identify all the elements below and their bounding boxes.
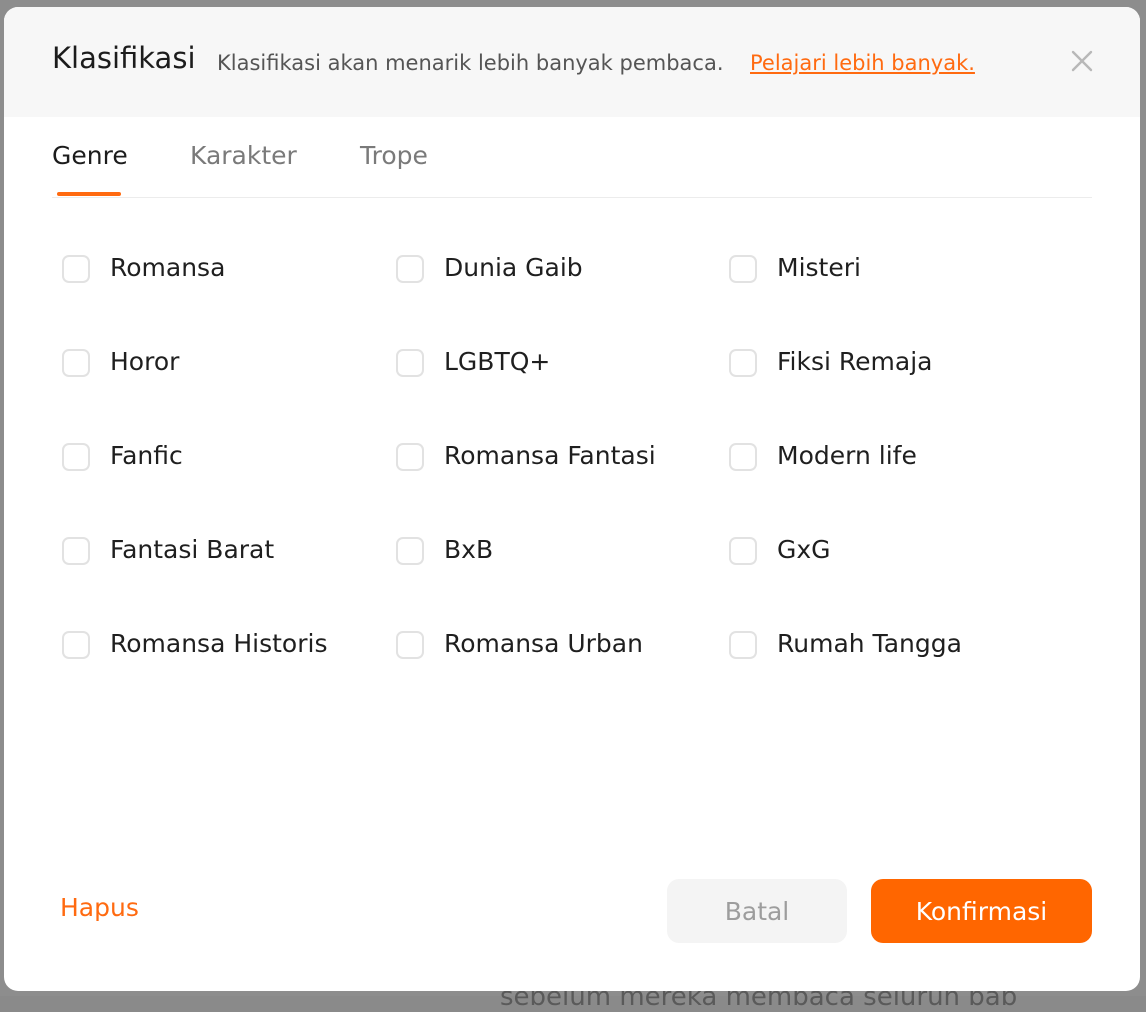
genre-option-fantasi-barat[interactable]: Fantasi Barat (62, 532, 382, 572)
option-label: LGBTQ+ (444, 347, 551, 376)
option-label: Misteri (777, 253, 861, 282)
checkbox[interactable] (396, 631, 424, 659)
genre-option-fiksi-remaja[interactable]: Fiksi Remaja (729, 344, 1049, 384)
checkbox[interactable] (62, 631, 90, 659)
option-label: GxG (777, 535, 831, 564)
confirm-button[interactable]: Konfirmasi (871, 879, 1092, 943)
dialog-subtitle: Klasifikasi akan menarik lebih banyak pe… (217, 51, 724, 75)
option-label: BxB (444, 535, 494, 564)
checkbox[interactable] (62, 443, 90, 471)
genre-option-dunia-gaib[interactable]: Dunia Gaib (396, 250, 716, 290)
tab-bar: Genre Karakter Trope (52, 125, 1092, 198)
tab-karakter[interactable]: Karakter (190, 141, 297, 170)
checkbox[interactable] (62, 255, 90, 283)
genre-option-modern-life[interactable]: Modern life (729, 438, 1049, 478)
clear-button[interactable]: Hapus (60, 893, 139, 922)
option-label: Romansa Historis (110, 629, 328, 658)
option-label: Romansa Fantasi (444, 441, 656, 470)
checkbox[interactable] (396, 537, 424, 565)
genre-option-fanfic[interactable]: Fanfic (62, 438, 382, 478)
dialog-header: Klasifikasi Klasifikasi akan menarik leb… (4, 7, 1140, 117)
cancel-button[interactable]: Batal (667, 879, 847, 943)
checkbox[interactable] (729, 255, 757, 283)
tab-trope[interactable]: Trope (360, 141, 428, 170)
close-icon (1071, 50, 1093, 72)
close-button[interactable] (1068, 47, 1096, 75)
genre-option-romansa-urban[interactable]: Romansa Urban (396, 626, 716, 666)
checkbox[interactable] (729, 537, 757, 565)
tab-genre[interactable]: Genre (52, 141, 128, 170)
checkbox[interactable] (729, 349, 757, 377)
genre-option-romansa-fantasi[interactable]: Romansa Fantasi (396, 438, 716, 478)
option-label: Modern life (777, 441, 917, 470)
dialog-title: Klasifikasi (52, 41, 196, 75)
option-label: Horor (110, 347, 180, 376)
genre-option-horor[interactable]: Horor (62, 344, 382, 384)
genre-option-gxg[interactable]: GxG (729, 532, 1049, 572)
option-label: Romansa Urban (444, 629, 643, 658)
checkbox[interactable] (396, 349, 424, 377)
checkbox[interactable] (729, 631, 757, 659)
genre-option-lgbtq[interactable]: LGBTQ+ (396, 344, 716, 384)
checkbox[interactable] (396, 443, 424, 471)
genre-option-misteri[interactable]: Misteri (729, 250, 1049, 290)
genre-option-romansa-historis[interactable]: Romansa Historis (62, 626, 382, 666)
genre-option-romansa[interactable]: Romansa (62, 250, 382, 290)
option-label: Fanfic (110, 441, 183, 470)
option-label: Fiksi Remaja (777, 347, 933, 376)
learn-more-link[interactable]: Pelajari lebih banyak. (750, 51, 975, 75)
active-tab-indicator (57, 192, 121, 196)
checkbox[interactable] (62, 537, 90, 565)
classification-dialog: Klasifikasi Klasifikasi akan menarik leb… (4, 7, 1140, 991)
genre-option-bxb[interactable]: BxB (396, 532, 716, 572)
option-label: Romansa (110, 253, 226, 282)
option-label: Rumah Tangga (777, 629, 962, 658)
checkbox[interactable] (729, 443, 757, 471)
checkbox[interactable] (62, 349, 90, 377)
option-label: Dunia Gaib (444, 253, 583, 282)
genre-option-rumah-tangga[interactable]: Rumah Tangga (729, 626, 1049, 666)
checkbox[interactable] (396, 255, 424, 283)
option-label: Fantasi Barat (110, 535, 275, 564)
